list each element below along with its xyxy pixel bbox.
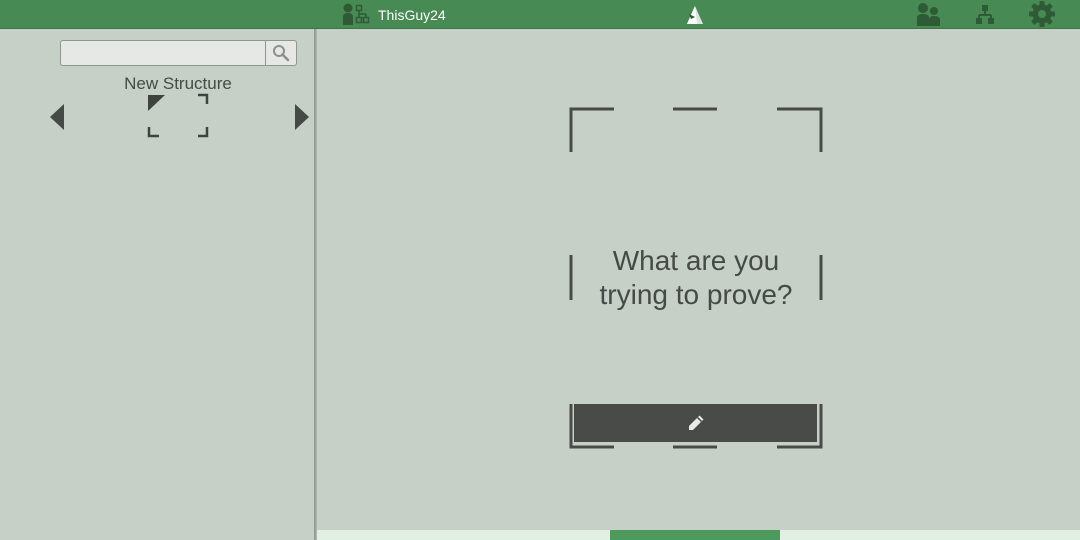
tree-icon[interactable] — [974, 3, 996, 25]
username[interactable]: ThisGuy24 — [378, 7, 446, 23]
sidebar-divider[interactable] — [314, 29, 317, 540]
structure-title: New Structure — [124, 74, 232, 93]
search-button[interactable] — [265, 40, 297, 66]
top-bar: ThisGuy24 — [0, 0, 1080, 29]
search-icon — [273, 45, 290, 62]
edit-button[interactable] — [574, 404, 817, 442]
logo-icon — [687, 6, 703, 24]
people-icon[interactable] — [916, 2, 942, 26]
pencil-icon — [688, 415, 703, 430]
bottom-tab-active[interactable] — [610, 530, 780, 540]
search-input[interactable] — [60, 40, 266, 66]
next-arrow-icon[interactable] — [293, 103, 311, 131]
previous-arrow-icon[interactable] — [48, 103, 66, 131]
gear-icon[interactable] — [1028, 1, 1056, 27]
user-structure-icon[interactable] — [342, 2, 370, 26]
structure-thumbnail[interactable] — [146, 93, 210, 139]
sidebar: New Structure — [0, 29, 314, 540]
prompt-text[interactable]: What are you trying to prove? — [576, 244, 816, 312]
